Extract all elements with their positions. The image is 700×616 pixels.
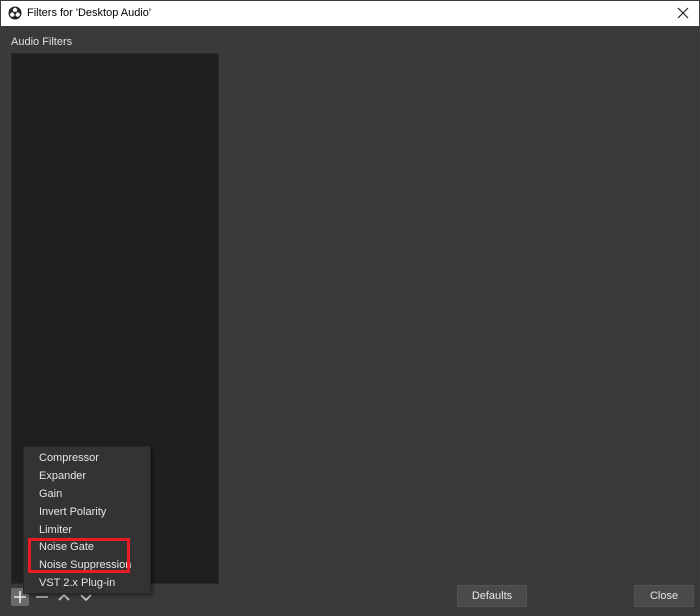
title-bar: Filters for 'Desktop Audio' <box>1 1 699 26</box>
obs-logo-icon <box>8 6 22 20</box>
window-title: Filters for 'Desktop Audio' <box>27 7 152 19</box>
annotation-highlight-box <box>28 538 130 573</box>
audio-filters-label: Audio Filters <box>11 36 73 48</box>
defaults-button[interactable]: Defaults <box>457 585 527 607</box>
menu-item-vst-plugin[interactable]: VST 2.x Plug-in <box>39 577 115 589</box>
menu-item-limiter[interactable]: Limiter <box>39 524 72 536</box>
menu-item-gain[interactable]: Gain <box>39 488 62 500</box>
menu-item-invert-polarity[interactable]: Invert Polarity <box>39 506 106 518</box>
close-button[interactable]: Close <box>634 585 694 607</box>
menu-item-expander[interactable]: Expander <box>39 470 86 482</box>
close-icon[interactable] <box>675 5 691 21</box>
menu-item-compressor[interactable]: Compressor <box>39 452 99 464</box>
